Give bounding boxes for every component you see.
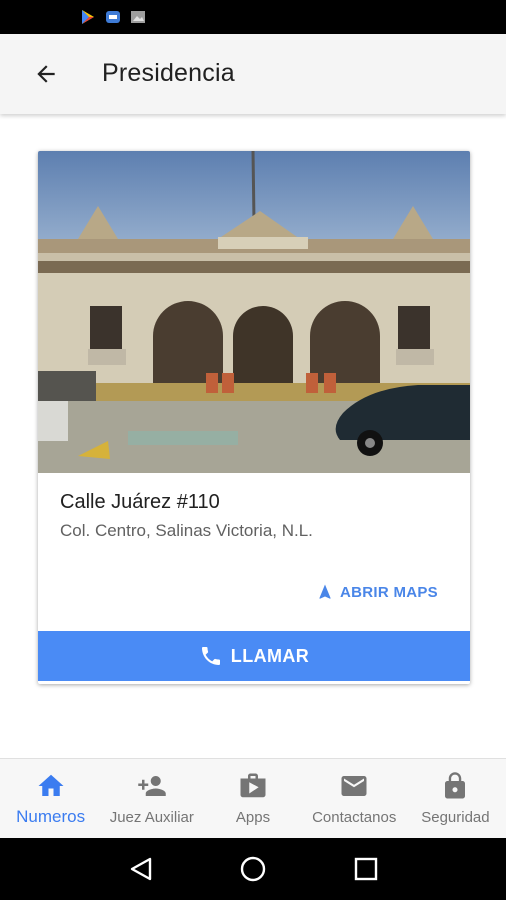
nav-item-seguridad[interactable]: Seguridad — [405, 759, 506, 838]
bottom-navigation: Numeros Juez Auxiliar Apps Contactanos S… — [0, 758, 506, 838]
navigation-icon — [319, 584, 331, 599]
address-line1: Calle Juárez #110 — [60, 491, 220, 513]
main-content: Calle Juárez #110 Col. Centro, Salinas V… — [0, 114, 506, 759]
nav-item-numeros[interactable]: Numeros — [0, 759, 101, 838]
system-back-button[interactable] — [125, 853, 157, 885]
nav-label: Numeros — [16, 807, 86, 826]
address-line2: Col. Centro, Salinas Victoria, N.L. — [60, 521, 313, 540]
image-icon — [130, 9, 146, 25]
nav-item-apps[interactable]: Apps — [202, 759, 303, 838]
nav-label: Juez Auxiliar — [109, 809, 194, 826]
play-store-icon — [80, 9, 96, 25]
system-navigation-bar — [0, 838, 506, 900]
nav-label: Seguridad — [421, 809, 490, 826]
open-maps-button[interactable]: ABRIR MAPS — [316, 583, 438, 601]
circle-home-icon — [240, 856, 266, 882]
nav-item-juez-auxiliar[interactable]: Juez Auxiliar — [101, 759, 202, 838]
lock-icon — [445, 772, 466, 799]
open-maps-label: ABRIR MAPS — [339, 583, 438, 601]
call-label: LLAMAR — [230, 645, 310, 666]
phone-icon — [201, 647, 220, 665]
page-title: Presidencia — [102, 59, 235, 87]
status-icons — [80, 9, 146, 25]
app-bar: Presidencia — [0, 34, 506, 114]
building-photo — [38, 151, 470, 473]
location-card: Calle Juárez #110 Col. Centro, Salinas V… — [38, 151, 470, 684]
back-button[interactable] — [26, 54, 66, 94]
system-recents-button[interactable] — [350, 853, 382, 885]
arrow-back-icon — [37, 65, 55, 83]
app-notification-icon — [105, 9, 121, 25]
home-icon — [38, 774, 64, 796]
mail-icon — [341, 776, 367, 796]
nav-label: Apps — [235, 809, 271, 826]
shop-icon — [240, 773, 266, 798]
person-add-icon — [138, 776, 166, 796]
status-bar — [0, 0, 506, 34]
square-recents-icon — [354, 857, 378, 881]
nav-label: Contactanos — [312, 809, 397, 826]
system-home-button[interactable] — [237, 853, 269, 885]
triangle-back-icon — [130, 857, 152, 881]
call-button[interactable]: LLAMAR — [38, 631, 470, 681]
nav-item-contactanos[interactable]: Contactanos — [304, 759, 405, 838]
